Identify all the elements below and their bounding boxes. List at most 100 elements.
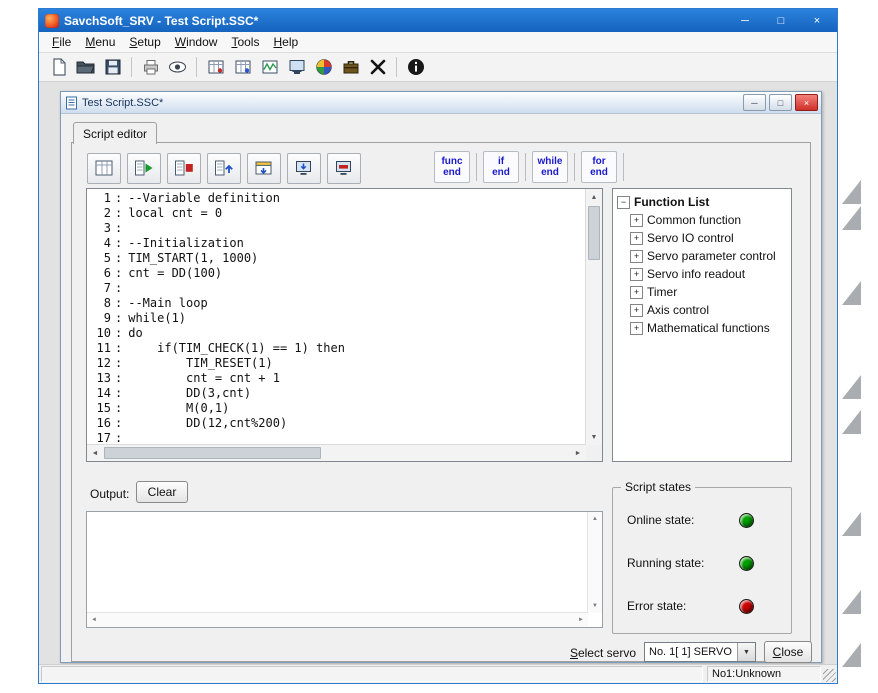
scroll-up-icon[interactable]: ▲ (586, 189, 602, 205)
close-script-button[interactable]: Close (764, 641, 812, 663)
resize-grip[interactable] (823, 669, 836, 682)
line-number: 12 (87, 356, 111, 371)
code-area[interactable]: 1 : --Variable definition 2 : local cnt … (87, 189, 586, 445)
scope-button[interactable] (256, 55, 283, 80)
expand-icon[interactable]: + (630, 304, 643, 317)
toolbar-separator (131, 57, 132, 77)
gutter-separator: : (111, 191, 128, 206)
save-script-button[interactable] (247, 153, 281, 184)
tree-item[interactable]: + Timer (615, 283, 789, 301)
gutter-separator: : (111, 386, 128, 401)
tree-item[interactable]: + Common function (615, 211, 789, 229)
line-number: 14 (87, 386, 111, 401)
menu-item[interactable]: Window (168, 33, 225, 51)
separator (623, 153, 624, 181)
code-text: while(1) (128, 311, 186, 326)
tree-item[interactable]: + Servo parameter control (615, 247, 789, 265)
download-script-button[interactable] (287, 153, 321, 184)
gutter-separator: : (111, 296, 128, 311)
function-list-panel[interactable]: − Function List + Common function (612, 188, 792, 462)
child-close-button[interactable]: × (795, 94, 818, 111)
code-editor[interactable]: 1 : --Variable definition 2 : local cnt … (86, 188, 603, 462)
upload-script-button[interactable] (207, 153, 241, 184)
script-states-group: Script states Online state: Running stat… (612, 487, 792, 634)
scroll-right-icon[interactable]: ► (570, 445, 586, 461)
menu-item[interactable]: Setup (122, 33, 167, 51)
expand-icon[interactable]: + (630, 214, 643, 227)
tree-item[interactable]: + Servo info readout (615, 265, 789, 283)
line-number: 15 (87, 401, 111, 416)
scrollbar-thumb[interactable] (104, 447, 321, 459)
horizontal-scrollbar[interactable]: ◄ ► (87, 444, 586, 461)
maximize-button[interactable]: □ (763, 9, 799, 32)
scroll-down-icon[interactable]: ▼ (586, 429, 602, 445)
snippet-unit: while end (532, 151, 581, 183)
expand-icon[interactable]: + (630, 322, 643, 335)
chevron-down-icon[interactable]: ▼ (737, 643, 755, 661)
check-script-button[interactable] (87, 153, 121, 184)
collapse-icon[interactable]: − (617, 196, 630, 209)
decorative-triangle (842, 206, 861, 230)
register-table-button[interactable] (202, 55, 229, 80)
tree-item-label: Servo IO control (647, 231, 734, 245)
scroll-up-icon[interactable]: ▲ (588, 512, 602, 526)
tree-item[interactable]: + Servo IO control (615, 229, 789, 247)
expand-icon[interactable]: + (630, 232, 643, 245)
run-script-button[interactable] (127, 153, 161, 184)
scroll-left-icon[interactable]: ◄ (87, 613, 101, 627)
code-line: 12 : TIM_RESET(1) (87, 356, 586, 371)
new-file-button[interactable] (45, 55, 72, 80)
register-table-2-button[interactable] (229, 55, 256, 80)
monitor-script-button[interactable] (327, 153, 361, 184)
save-button[interactable] (99, 55, 126, 80)
close-button[interactable]: × (799, 9, 835, 32)
code-text: if(TIM_CHECK(1) == 1) then (128, 341, 345, 356)
scroll-right-icon[interactable]: ► (574, 613, 588, 627)
snippet-button[interactable]: while end (532, 151, 568, 183)
snippet-button[interactable]: if end (483, 151, 519, 183)
tree-root[interactable]: − Function List (615, 193, 789, 211)
expand-icon[interactable]: + (630, 286, 643, 299)
child-minimize-button[interactable]: ─ (743, 94, 766, 111)
register-table-icon (207, 58, 225, 76)
menu-item[interactable]: File (45, 33, 78, 51)
child-restore-button[interactable]: □ (769, 94, 792, 111)
stop-script-button[interactable] (167, 153, 201, 184)
info-button[interactable] (402, 55, 429, 80)
snippet-buttons: func end if end (434, 151, 630, 183)
code-line: 8 : --Main loop (87, 296, 586, 311)
snippet-button[interactable]: for end (581, 151, 617, 183)
decorative-triangle (842, 375, 861, 399)
snippet-button[interactable]: func end (434, 151, 470, 183)
tree-item-label: Mathematical functions (647, 321, 770, 335)
servo-select[interactable]: No. 1[ 1] SERVO ▼ (644, 642, 756, 662)
scroll-down-icon[interactable]: ▼ (588, 599, 602, 613)
scroll-left-icon[interactable]: ◄ (87, 445, 103, 461)
briefcase-button[interactable] (337, 55, 364, 80)
expand-icon[interactable]: + (630, 268, 643, 281)
palette-button[interactable] (310, 55, 337, 80)
clear-button[interactable]: Clear (136, 481, 188, 503)
scrollbar-thumb[interactable] (588, 206, 600, 260)
decorative-triangle (842, 590, 861, 614)
output-horizontal-scrollbar[interactable]: ◄ ► (87, 612, 588, 627)
code-text: TIM_START(1, 1000) (128, 251, 258, 266)
tools-button[interactable] (364, 55, 391, 80)
minimize-button[interactable]: ─ (727, 9, 763, 32)
script-window-title-bar[interactable]: Test Script.SSC* ─ □ × (61, 92, 821, 114)
menu-item[interactable]: Menu (78, 33, 122, 51)
monitor-button[interactable] (283, 55, 310, 80)
tree-item[interactable]: + Axis control (615, 301, 789, 319)
open-file-button[interactable] (72, 55, 99, 80)
print-button[interactable] (137, 55, 164, 80)
title-bar[interactable]: SavchSoft_SRV - Test Script.SSC* ─ □ × (39, 9, 837, 32)
expand-icon[interactable]: + (630, 250, 643, 263)
tab-script-editor[interactable]: Script editor (73, 122, 157, 144)
output-box[interactable]: ▲ ▼ ◄ ► (86, 511, 603, 628)
vertical-scrollbar[interactable]: ▲ ▼ (585, 189, 602, 445)
menu-item[interactable]: Help (266, 33, 305, 51)
menu-item[interactable]: Tools (224, 33, 266, 51)
tree-item[interactable]: + Mathematical functions (615, 319, 789, 337)
preview-button[interactable] (164, 55, 191, 80)
output-vertical-scrollbar[interactable]: ▲ ▼ (587, 512, 602, 613)
